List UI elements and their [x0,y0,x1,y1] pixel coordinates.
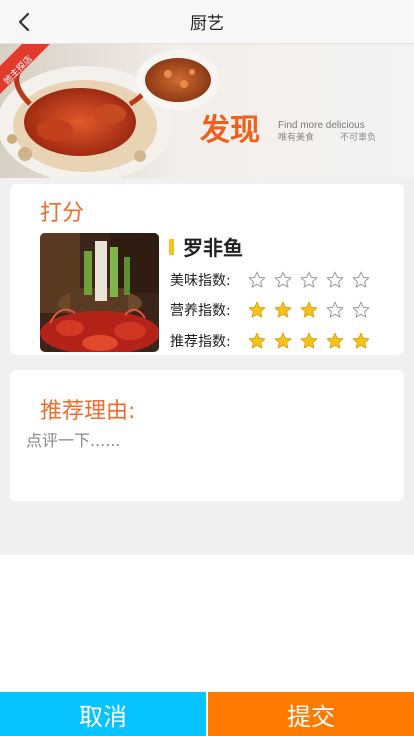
star-rating-recommend[interactable] [248,332,378,350]
score-section-title: 打分 [40,201,85,226]
banner-subtitle-en: Find more delicious [278,120,365,131]
star-filled-icon[interactable] [248,301,266,319]
dish-name-row: 罗非鱼 [169,232,243,261]
chevron-left-icon [18,12,30,32]
star-filled-icon[interactable] [248,332,266,350]
page-title: 厨艺 [190,14,224,34]
submit-button[interactable]: 提交 [208,692,414,736]
rating-page: 厨艺 她主探店 发现 Find more delicious 唯有美食 不可辜负… [0,0,414,736]
star-filled-icon[interactable] [300,332,318,350]
star-empty-icon[interactable] [352,271,370,289]
nav-header: 厨艺 [0,0,414,44]
star-empty-icon[interactable] [352,301,370,319]
comment-input[interactable] [26,427,386,483]
star-empty-icon[interactable] [274,271,292,289]
star-empty-icon[interactable] [300,271,318,289]
star-rating-taste[interactable] [248,271,378,289]
dish-image [40,233,159,352]
star-empty-icon[interactable] [326,301,344,319]
rating-row-taste: 美味指数: [170,268,378,292]
promo-banner: 她主探店 发现 Find more delicious 唯有美食 不可辜负 [0,44,414,178]
rating-row-nutrition: 营养指数: [170,298,378,322]
score-card: 打分 罗非鱼 美味指数: 营养指数: 推荐指数: [10,184,404,355]
star-empty-icon[interactable] [248,271,266,289]
rating-label-nutrition: 营养指数: [170,303,231,319]
banner-headline: 发现 [199,113,260,148]
star-filled-icon[interactable] [274,301,292,319]
banner-subtitle-right: 不可辜负 [340,131,376,143]
dish-name-marker [169,238,174,255]
banner-subtitle-left: 唯有美食 [278,131,314,143]
rating-label-taste: 美味指数: [170,273,231,289]
star-filled-icon[interactable] [326,332,344,350]
dish-name: 罗非鱼 [183,236,243,260]
reason-section-title: 推荐理由: [40,399,136,424]
star-empty-icon[interactable] [326,271,344,289]
rating-row-recommend: 推荐指数: [170,329,378,353]
star-filled-icon[interactable] [352,332,370,350]
cancel-button[interactable]: 取消 [0,692,206,736]
reason-card: 推荐理由: [10,370,404,501]
rating-label-recommend: 推荐指数: [170,334,231,350]
back-button[interactable] [10,8,38,36]
star-rating-nutrition[interactable] [248,301,378,319]
star-filled-icon[interactable] [300,301,318,319]
star-filled-icon[interactable] [274,332,292,350]
